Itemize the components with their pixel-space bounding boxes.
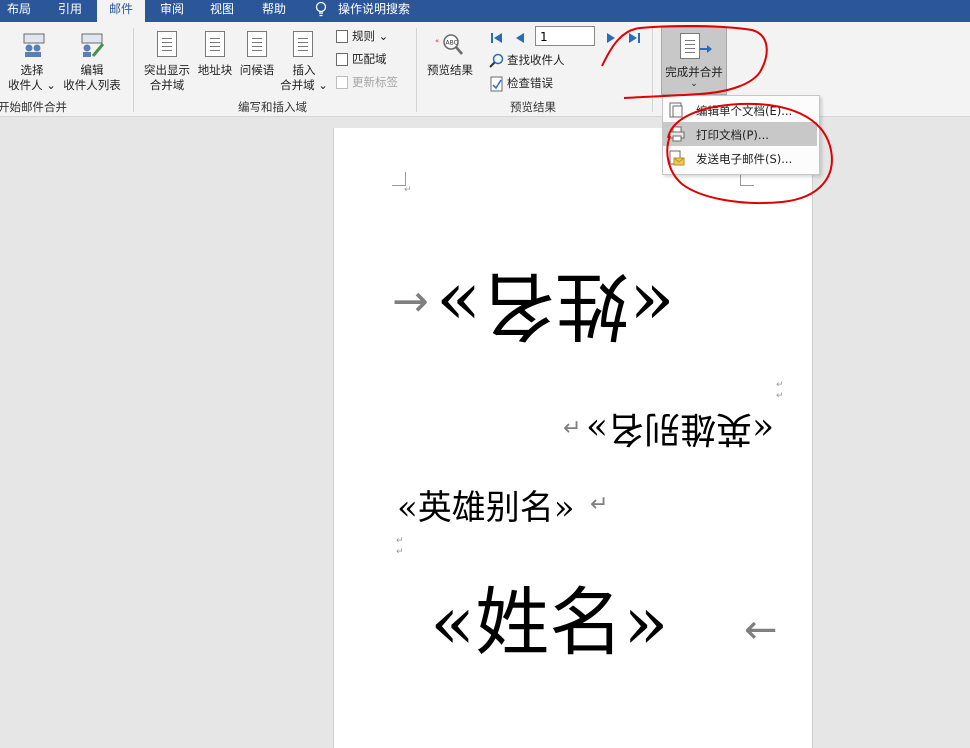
red-annotation [601,24,833,205]
